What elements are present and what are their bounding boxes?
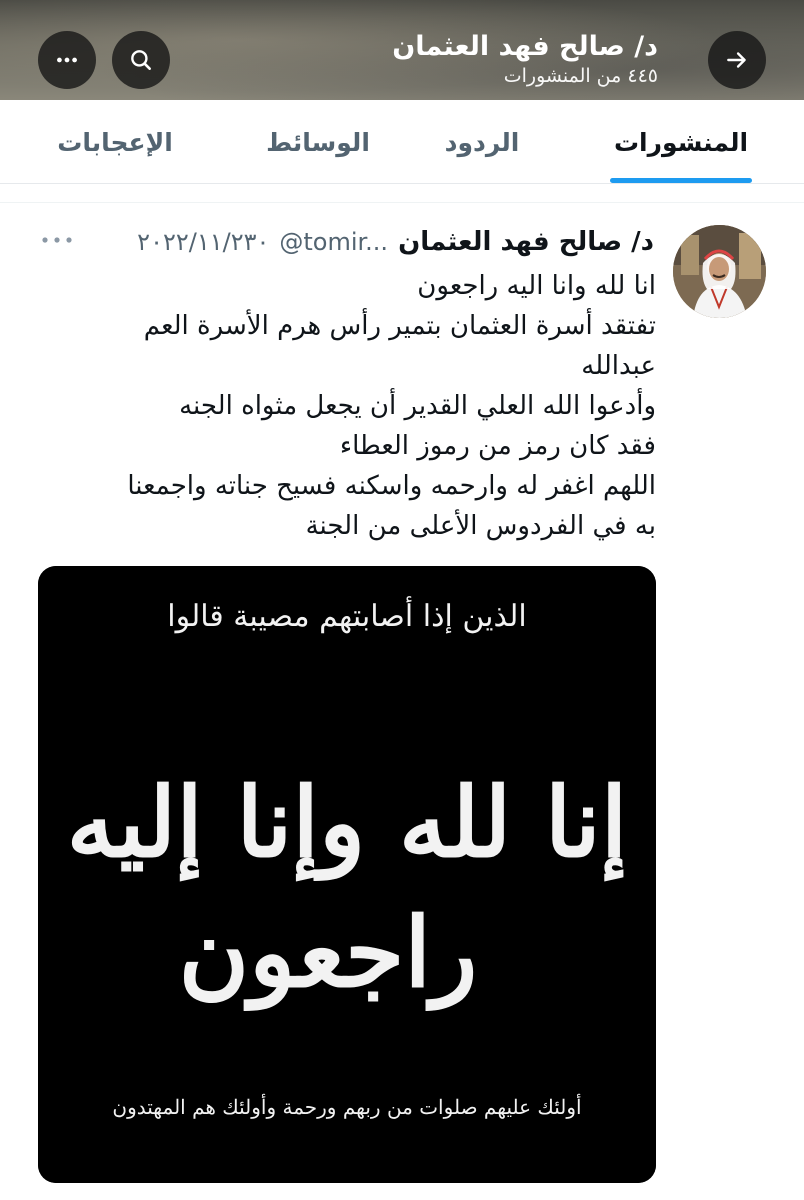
- arrow-right-icon: [727, 52, 746, 68]
- tweet-text: انا لله وانا اليه راجعون تفتقد أسرة العث…: [46, 266, 656, 546]
- search-icon: [131, 50, 151, 70]
- profile-tabs: المنشورات الردود الوسائط الإعجابات: [0, 100, 804, 184]
- tweet-date[interactable]: ٢٠٢٢/١١/٢٣٠: [137, 228, 269, 256]
- search-button[interactable]: [112, 31, 170, 89]
- tab-media[interactable]: الوسائط: [264, 100, 372, 184]
- image-main-line-1: إنا لله وإنا إليه: [67, 766, 628, 882]
- tweet-line: اللهم اغفر له وارحمه واسكنه فسيح جناته و…: [127, 471, 656, 501]
- condolence-calligraphy-image: الذين إذا أصابتهم مصيبة قالوا إنا لله وإ…: [38, 566, 656, 1183]
- tab-posts[interactable]: المنشورات: [610, 100, 752, 184]
- tweet-line: عبدالله: [581, 351, 656, 381]
- tab-replies[interactable]: الردود: [442, 100, 522, 184]
- avatar-image: [673, 225, 766, 318]
- image-bottom-line: أولئك عليهم صلوات من ربهم ورحمة وأولئك ه…: [112, 1093, 581, 1119]
- back-button[interactable]: [708, 31, 766, 89]
- tweet-line: به في الفردوس الأعلى من الجنة: [305, 511, 656, 541]
- tweet-line: فقد كان رمز من رموز العطاء: [339, 431, 656, 461]
- tab-likes[interactable]: الإعجابات: [52, 100, 178, 184]
- author-avatar[interactable]: [673, 225, 766, 318]
- tweet-author-name[interactable]: د/ صالح فهد العثمان: [398, 227, 654, 257]
- header-name: د/ صالح فهد العثمان: [392, 31, 658, 62]
- section-divider: [0, 185, 804, 203]
- active-tab-indicator: [610, 178, 752, 183]
- more-button[interactable]: [38, 31, 96, 89]
- tweet-line: وأدعوا الله العلي القدير أن يجعل مثواه ا…: [179, 391, 656, 421]
- tweet-line: تفتقد أسرة العثمان بتمير رأس هرم الأسرة …: [143, 311, 656, 341]
- tweet-image[interactable]: الذين إذا أصابتهم مصيبة قالوا إنا لله وإ…: [38, 566, 656, 1183]
- header-title-block: د/ صالح فهد العثمان ٤٤٥ من المنشورات: [392, 30, 658, 88]
- tweet-header: د/ صالح فهد العثمان @tomir... ٢٠٢٢/١١/٢٣…: [137, 222, 654, 262]
- more-horizontal-icon: [57, 57, 77, 63]
- image-main-line-2: راجعون: [179, 896, 478, 1011]
- profile-header: د/ صالح فهد العثمان ٤٤٥ من المنشورات: [0, 0, 804, 100]
- tweet-author-handle[interactable]: @tomir...: [279, 228, 388, 256]
- tweet-more-icon[interactable]: [40, 230, 74, 250]
- header-posts-count: ٤٤٥ من المنشورات: [503, 65, 658, 87]
- tweet-line: انا لله وانا اليه راجعون: [417, 271, 656, 301]
- image-top-line: الذين إذا أصابتهم مصيبة قالوا: [167, 596, 526, 634]
